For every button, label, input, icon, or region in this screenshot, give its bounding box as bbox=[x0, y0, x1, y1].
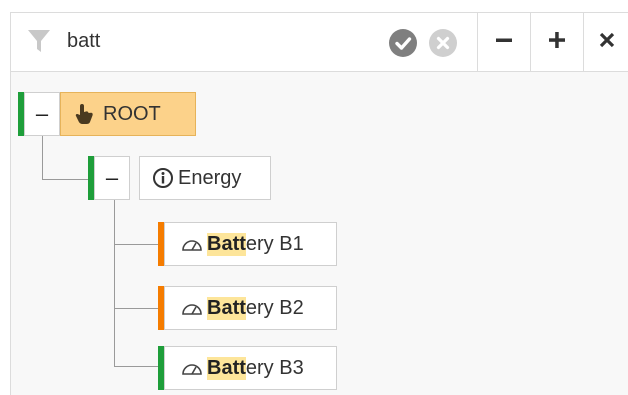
filter-toolbar bbox=[11, 13, 628, 72]
plus-icon bbox=[547, 30, 567, 55]
leaf-node-label[interactable]: Batt ery B1 bbox=[164, 222, 337, 266]
energy-node-label[interactable]: Energy bbox=[139, 156, 271, 200]
collapse-toggle-button[interactable]: – bbox=[94, 156, 130, 200]
clear-filter-button[interactable] bbox=[429, 29, 457, 57]
tree-connector bbox=[114, 244, 158, 245]
tree-view: – ROOT – Energy Batt ery B1 Batt ery B2 … bbox=[11, 72, 628, 395]
tree-connector bbox=[114, 308, 158, 309]
collapse-all-button[interactable] bbox=[477, 13, 530, 71]
minus-icon bbox=[494, 30, 514, 55]
tree-connector bbox=[42, 136, 43, 180]
check-circle-icon bbox=[395, 37, 412, 50]
search-match-highlight: Batt bbox=[207, 356, 246, 380]
tree-connector bbox=[42, 179, 88, 180]
node-label: ROOT bbox=[103, 102, 161, 125]
close-button[interactable] bbox=[583, 13, 628, 71]
leaf-node-label[interactable]: Batt ery B3 bbox=[164, 346, 337, 390]
hand-pointer-icon bbox=[73, 102, 95, 126]
tree-connector bbox=[114, 366, 158, 367]
node-label-rest: ery B1 bbox=[245, 232, 304, 255]
search-match-highlight: Batt bbox=[207, 296, 246, 320]
close-icon bbox=[598, 31, 616, 54]
leaf-node-label[interactable]: Batt ery B2 bbox=[164, 286, 337, 330]
apply-filter-button[interactable] bbox=[389, 29, 417, 57]
gauge-icon bbox=[181, 360, 203, 376]
info-circle-icon bbox=[152, 167, 174, 189]
node-label-rest: ery B2 bbox=[245, 296, 304, 319]
search-match-highlight: Batt bbox=[207, 232, 246, 256]
node-label: Energy bbox=[178, 166, 242, 189]
filter-icon bbox=[27, 28, 51, 54]
search-input[interactable] bbox=[67, 25, 377, 57]
expand-all-button[interactable] bbox=[530, 13, 583, 71]
gauge-icon bbox=[181, 300, 203, 316]
gauge-icon bbox=[181, 236, 203, 252]
root-node-label[interactable]: ROOT bbox=[60, 92, 196, 136]
tree-filter-panel: – ROOT – bbox=[10, 12, 628, 395]
collapse-toggle-button[interactable]: – bbox=[24, 92, 60, 136]
x-circle-icon bbox=[436, 36, 450, 50]
tree-connector bbox=[114, 200, 115, 366]
node-label-rest: ery B3 bbox=[245, 356, 304, 379]
